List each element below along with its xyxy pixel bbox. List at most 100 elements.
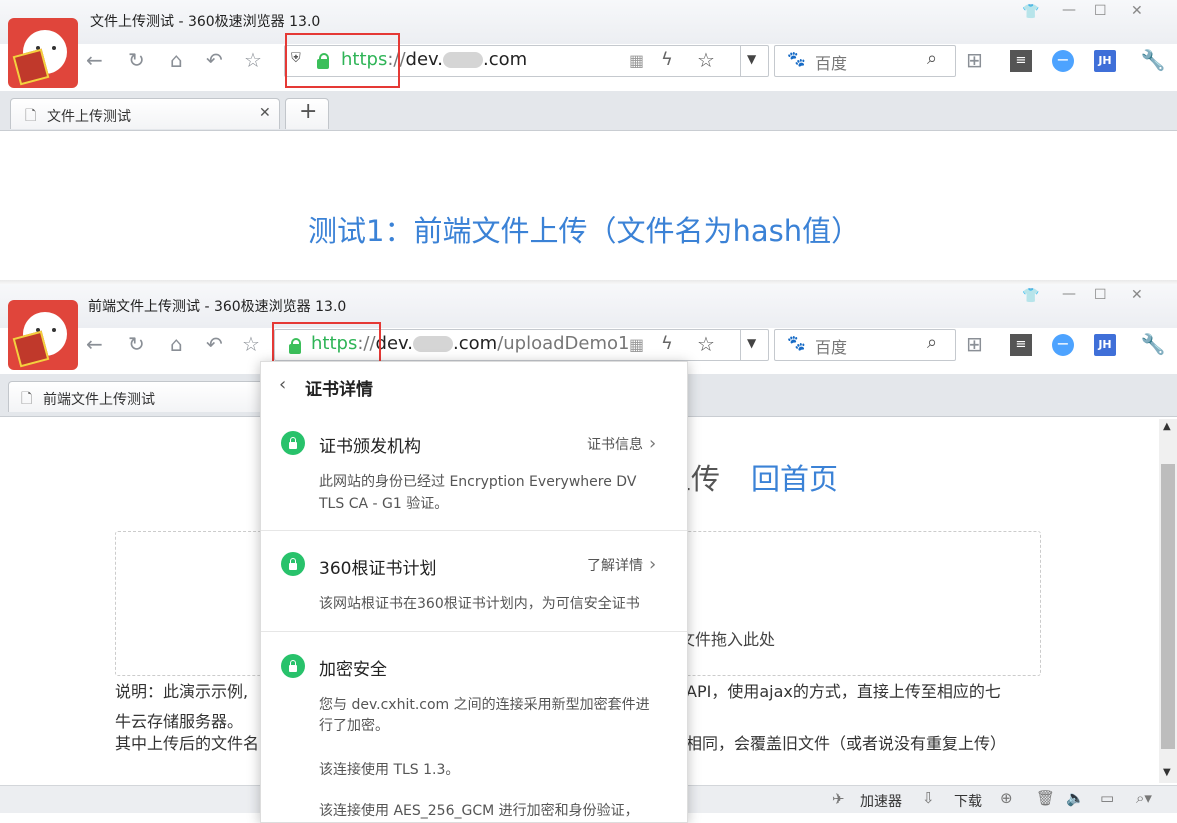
window-title: 前端文件上传测试 - 360极速浏览器 13.0 — [88, 299, 347, 315]
minus-circle-icon[interactable]: − — [1052, 334, 1074, 356]
download-icon[interactable]: ⇩ — [922, 789, 935, 807]
user-avatar[interactable] — [8, 300, 78, 370]
trash-icon[interactable]: 🗑 — [1036, 789, 1055, 807]
favorite-icon[interactable]: ☆ — [697, 48, 715, 72]
lock-icon — [281, 431, 305, 455]
drop-hint: 文件拖入此处 — [679, 630, 776, 649]
lightning-icon[interactable]: ϟ — [661, 333, 673, 354]
skin-icon[interactable]: 👕 — [1022, 4, 1039, 20]
cert-info-link[interactable]: 证书信息 › — [587, 433, 656, 454]
jh-icon[interactable]: JH — [1094, 50, 1116, 72]
home-link[interactable]: 回首页 — [751, 456, 838, 498]
section-text: TLS CA - G1 验证。 — [319, 496, 449, 512]
minus-circle-icon[interactable]: − — [1052, 50, 1074, 72]
download-label[interactable]: 下载 — [954, 791, 982, 811]
star-icon[interactable]: ☆ — [244, 48, 262, 72]
section-text: 该连接使用 AES_256_GCM 进行加密和身份验证， — [319, 803, 639, 819]
qr-icon[interactable]: ▦ — [629, 335, 644, 354]
search-icon[interactable]: ⌕ — [927, 48, 937, 69]
speaker-icon[interactable]: 🔈 — [1066, 789, 1085, 807]
section-text: 您与 dev.cxhit.com 之间的连接采用新型加密套件进 — [319, 697, 650, 713]
minimize-icon[interactable]: — — [1062, 2, 1076, 18]
popup-title: 证书详情 — [305, 380, 373, 400]
back-icon[interactable]: ← — [86, 332, 103, 356]
accelerator-icon[interactable]: ✈ — [832, 790, 845, 808]
tab-title: 前端文件上传测试 — [43, 392, 155, 408]
desc-line2: 牛云存储服务器。 — [115, 712, 244, 731]
tab-close-icon[interactable]: ✕ — [259, 105, 271, 121]
refresh-icon[interactable]: ↻ — [128, 332, 145, 356]
page-heading: 测试1：前端文件上传（文件名为hash值） — [308, 214, 861, 248]
window-title: 文件上传测试 - 360极速浏览器 13.0 — [90, 14, 321, 30]
search-box[interactable]: 🐾 百度 ⌕ — [774, 329, 956, 361]
page-icon: 🗋 — [25, 108, 37, 124]
window-icon[interactable]: ▭ — [1100, 789, 1114, 807]
paw-icon: 🐾 — [787, 50, 806, 68]
desc-line1-left: 说明：此演示示例, — [115, 682, 249, 701]
lightning-icon[interactable]: ϟ — [661, 49, 673, 70]
url-host-suffix: .com — [453, 333, 498, 354]
scroll-up-icon[interactable]: ▲ — [1163, 421, 1171, 432]
maximize-icon[interactable]: ☐ — [1094, 287, 1107, 303]
plus-icon: + — [299, 99, 318, 124]
chevron-left-icon[interactable]: ‹ — [279, 374, 286, 395]
tab-frontend-upload[interactable]: 🗋 前端文件上传测试 — [8, 381, 272, 412]
section-title: 360根证书计划 — [319, 559, 437, 579]
wrench-icon[interactable]: 🔧 — [1138, 332, 1168, 356]
reader-icon[interactable]: ≡ — [1010, 50, 1032, 72]
url-host-prefix: dev. — [405, 49, 444, 70]
qr-icon[interactable]: ▦ — [629, 51, 644, 70]
close-icon[interactable]: ✕ — [1131, 287, 1143, 303]
tab-upload-test[interactable]: 🗋 文件上传测试 ✕ — [10, 98, 280, 129]
home-icon[interactable]: ⌂ — [170, 48, 183, 72]
scroll-thumb[interactable] — [1161, 464, 1175, 749]
reader-icon[interactable]: ≡ — [1010, 334, 1032, 356]
new-tab-button[interactable]: + — [285, 98, 329, 129]
url-redacted — [443, 52, 484, 68]
search-engine-label: 百度 — [815, 54, 848, 73]
wrench-icon[interactable]: 🔧 — [1138, 48, 1168, 72]
search-icon[interactable]: ⌕ — [927, 332, 937, 353]
url-host-prefix: dev. — [375, 333, 414, 354]
certificate-popup: ‹ 证书详情 证书颁发机构 证书信息 › 此网站的身份已经过 Encryption… — [260, 361, 688, 823]
maximize-icon[interactable]: ☐ — [1094, 3, 1107, 19]
scroll-down-icon[interactable]: ▼ — [1163, 767, 1171, 778]
section-title: 加密安全 — [319, 660, 387, 680]
back-icon[interactable]: ← — [86, 48, 103, 72]
learn-more-label: 了解详情 — [587, 558, 643, 574]
dropdown-icon[interactable]: ▼ — [747, 336, 756, 350]
apps-icon[interactable]: ⊞ — [966, 48, 983, 72]
user-avatar[interactable] — [8, 18, 78, 88]
refresh-icon[interactable]: ↻ — [128, 48, 145, 72]
learn-more-link[interactable]: 了解详情 › — [587, 554, 656, 575]
chevron-right-icon: › — [649, 554, 657, 575]
section-text: 该连接使用 TLS 1.3。 — [319, 762, 460, 778]
star-icon[interactable]: ☆ — [242, 332, 260, 356]
favorite-icon[interactable]: ☆ — [697, 332, 715, 356]
minimize-icon[interactable]: — — [1062, 286, 1076, 302]
screenshot-icon[interactable]: ⊕ — [1000, 789, 1013, 807]
accelerator-label[interactable]: 加速器 — [860, 791, 902, 811]
tab-title: 文件上传测试 — [47, 109, 131, 125]
section-title: 证书颁发机构 — [319, 437, 421, 457]
search-box[interactable]: 🐾 百度 ⌕ — [774, 45, 956, 77]
dropdown-icon[interactable]: ▼ — [747, 52, 756, 66]
cert-info-label: 证书信息 — [587, 437, 643, 453]
url-redacted — [413, 336, 454, 352]
skin-icon[interactable]: 👕 — [1022, 288, 1039, 304]
url-host-suffix: .com — [483, 49, 528, 70]
apps-icon[interactable]: ⊞ — [966, 332, 983, 356]
scrollbar[interactable]: ▲ ▼ — [1159, 419, 1177, 783]
jh-icon[interactable]: JH — [1094, 334, 1116, 356]
lock-icon — [281, 654, 305, 678]
section-text: 该网站根证书在360根证书计划内，为可信安全证书 — [319, 596, 640, 612]
undo-icon[interactable]: ↶ — [206, 332, 223, 356]
home-icon[interactable]: ⌂ — [170, 332, 183, 356]
desc-line3-left: 其中上传后的文件名 — [115, 734, 260, 753]
zoom-icon[interactable]: ⌕▾ — [1136, 789, 1152, 807]
close-icon[interactable]: ✕ — [1131, 3, 1143, 19]
undo-icon[interactable]: ↶ — [206, 48, 223, 72]
page-icon: 🗋 — [21, 391, 33, 407]
desc-line1-right: API，使用ajax的方式，直接上传至相应的七 — [686, 682, 1001, 701]
browser-window-1: 文件上传测试 - 360极速浏览器 13.0 👕 — ☐ ✕ ← ↻ ⌂ ↶ ☆… — [0, 0, 1177, 282]
